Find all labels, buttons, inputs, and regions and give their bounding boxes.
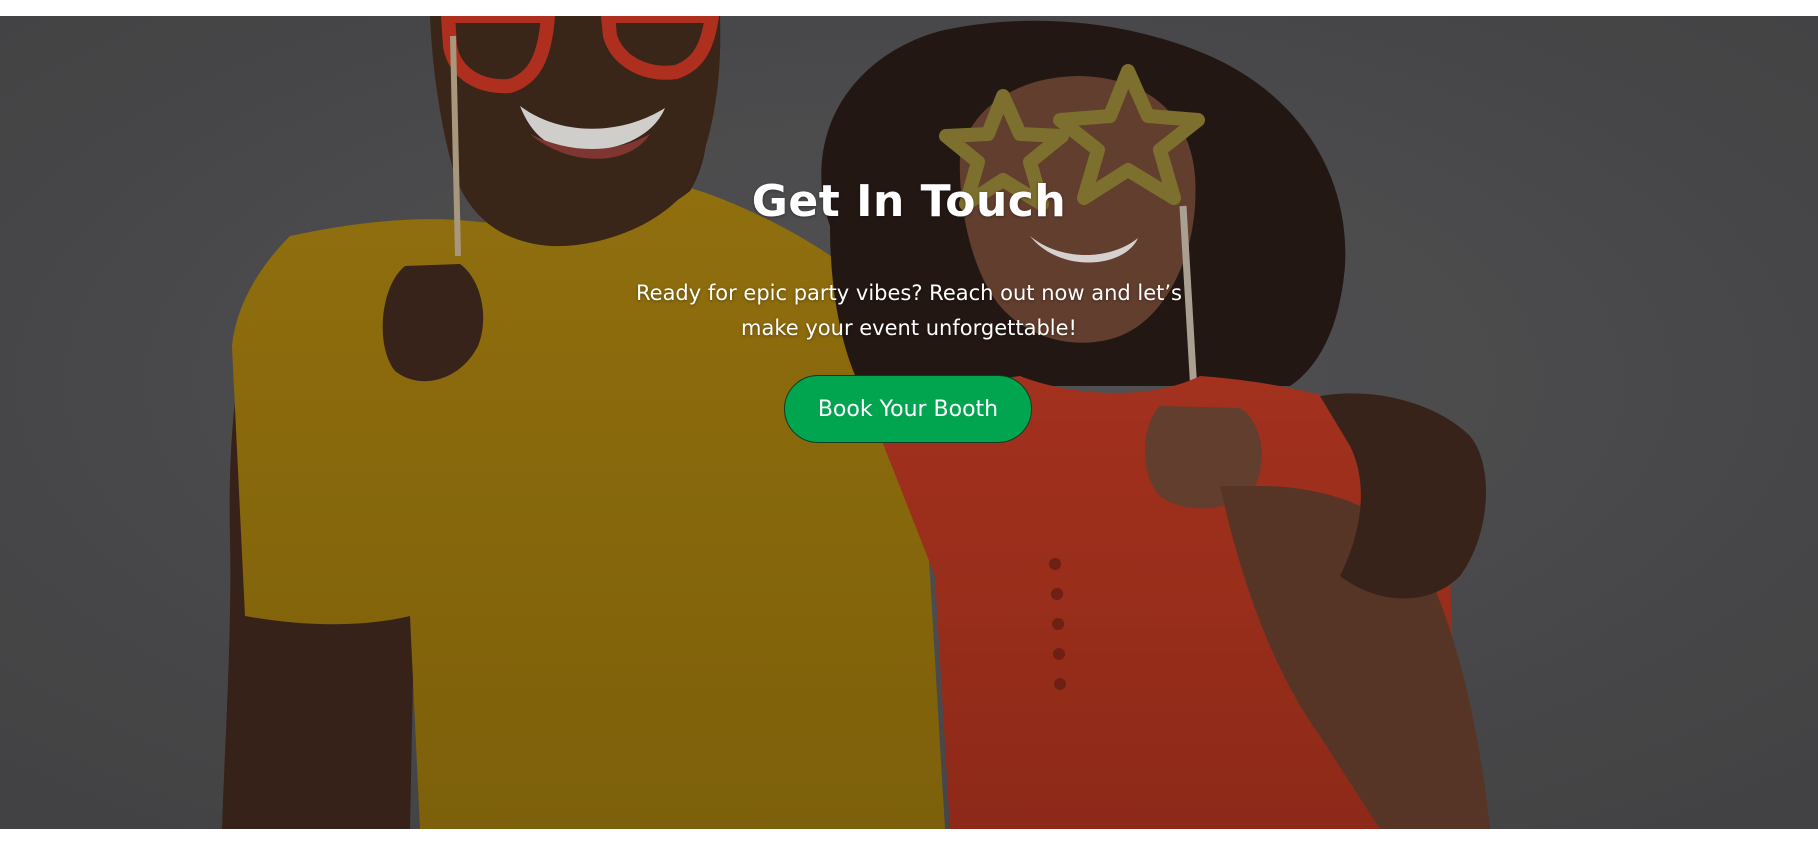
hero-subtitle: Ready for epic party vibes? Reach out no…: [636, 281, 1182, 340]
page: Get In Touch Ready for epic party vibes?…: [0, 0, 1818, 845]
contact-hero-section: Get In Touch Ready for epic party vibes?…: [0, 16, 1818, 829]
book-your-booth-button[interactable]: Book Your Booth: [784, 375, 1032, 443]
page-title: Get In Touch: [751, 176, 1067, 227]
